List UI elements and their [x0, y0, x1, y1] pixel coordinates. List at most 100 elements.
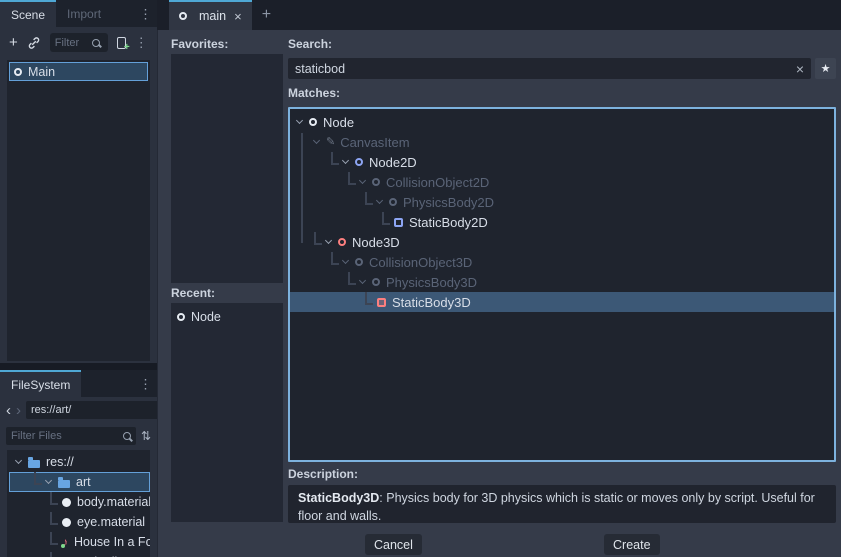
create-node-dialog: Favorites: Recent: Node Search: × ★ Matc…: [157, 30, 841, 557]
tree-item-canvasitem[interactable]: ✎ CanvasItem: [290, 132, 834, 152]
scene-toolbar: + + ⋮: [0, 27, 157, 58]
tree-item-node[interactable]: Node: [290, 112, 834, 132]
physicsbody2d-icon: [389, 198, 397, 206]
node3d-icon: [338, 238, 346, 246]
chevron-down-icon[interactable]: [342, 157, 349, 164]
tree-item-physicsbody3d[interactable]: PhysicsBody3D: [290, 272, 834, 292]
nav-forward-icon[interactable]: ›: [16, 403, 21, 418]
scene-filter-box[interactable]: [50, 33, 108, 52]
tree-item-staticbody3d[interactable]: StaticBody3D: [290, 292, 834, 312]
collisionobject3d-icon: [355, 258, 363, 266]
scene-dock-tabbar: Scene Import ⋮: [0, 0, 157, 27]
scene-tree-item-main[interactable]: Main: [9, 62, 148, 81]
description-label: Description:: [288, 467, 358, 481]
chevron-down-icon[interactable]: [325, 237, 332, 244]
canvasitem-icon: ✎: [326, 137, 335, 148]
tree-connector: [348, 272, 356, 285]
collisionobject2d-icon: [372, 178, 380, 186]
favorites-label: Favorites:: [171, 37, 228, 51]
scene-tab-main[interactable]: main ×: [169, 0, 252, 30]
node-icon: [309, 118, 317, 126]
description-class-name: StaticBody3D: [298, 491, 379, 505]
instance-scene-icon[interactable]: [27, 36, 41, 50]
chevron-down-icon[interactable]: [376, 197, 383, 204]
scene-dock-menu-icon[interactable]: ⋮: [139, 7, 152, 20]
sort-files-icon[interactable]: ⇅: [141, 430, 151, 442]
filter-files-input[interactable]: [11, 430, 123, 442]
cancel-button[interactable]: Cancel: [365, 534, 422, 555]
tab-filesystem[interactable]: FileSystem: [0, 370, 81, 397]
audio-icon: ♪: [62, 536, 68, 548]
tree-connector: [50, 532, 58, 545]
tree-connector: [50, 492, 58, 505]
clear-icon[interactable]: ×: [796, 62, 804, 76]
tree-item-node2d[interactable]: Node2D: [290, 152, 834, 172]
chevron-down-icon[interactable]: [45, 477, 52, 484]
add-node-button[interactable]: +: [9, 35, 18, 50]
create-button[interactable]: Create: [604, 534, 660, 555]
scene-toolbar-menu-icon[interactable]: ⋮: [135, 36, 148, 49]
tree-connector: [382, 212, 390, 225]
search-row: × ★: [288, 58, 836, 79]
fs-item-body-material[interactable]: body.material: [9, 492, 150, 512]
folder-icon: [58, 480, 70, 488]
search-label: Search:: [288, 37, 332, 51]
fs-item-eye-material[interactable]: eye.material: [9, 512, 150, 532]
recent-item-node[interactable]: Node: [177, 307, 283, 327]
fs-item-house-audio[interactable]: ♪ House In a Forest Lo: [9, 532, 150, 552]
chevron-down-icon[interactable]: [359, 277, 366, 284]
scene-tree: Main: [7, 60, 150, 361]
matches-tree: Node ✎ CanvasItem Node2D CollisionObject…: [288, 107, 836, 462]
filesystem-dock: FileSystem ⋮ ‹ › ⇅ res:// art body.mater: [0, 370, 157, 557]
staticbody3d-icon: [377, 298, 386, 307]
recent-label: Recent:: [171, 286, 215, 300]
chevron-down-icon[interactable]: [313, 137, 320, 144]
fs-item-res[interactable]: res://: [9, 452, 150, 472]
node-icon: [177, 313, 185, 321]
tree-item-physicsbody2d[interactable]: PhysicsBody2D: [290, 192, 834, 212]
path-field[interactable]: [26, 401, 178, 419]
search-input[interactable]: [288, 58, 811, 79]
scene-filter-input[interactable]: [55, 37, 89, 49]
filesystem-filter-row: ⇅: [0, 423, 157, 449]
scene-dock: Scene Import ⋮ + + ⋮ Main: [0, 0, 157, 363]
recent-list: Node: [171, 303, 283, 522]
matches-label: Matches:: [288, 86, 340, 100]
node-icon: [14, 68, 22, 76]
material-icon: [62, 518, 71, 527]
attach-script-icon[interactable]: +: [117, 37, 126, 49]
staticbody2d-icon: [394, 218, 403, 227]
chevron-down-icon[interactable]: [342, 257, 349, 264]
fs-item-mob-glb[interactable]: mob.glb: [9, 552, 150, 557]
tree-item-staticbody2d[interactable]: StaticBody2D: [290, 212, 834, 232]
tree-connector: [34, 472, 42, 485]
favorite-toggle-button[interactable]: ★: [815, 58, 836, 79]
chevron-down-icon[interactable]: [296, 117, 303, 124]
filesystem-tabbar: FileSystem ⋮: [0, 370, 157, 397]
close-icon[interactable]: ×: [234, 9, 242, 24]
filesystem-menu-icon[interactable]: ⋮: [139, 377, 152, 390]
nav-back-icon[interactable]: ‹: [6, 403, 11, 418]
tree-connector: [50, 512, 58, 525]
node-icon: [179, 12, 187, 20]
filesystem-tree: res:// art body.material eye.material ♪ …: [7, 450, 150, 557]
search-icon: [92, 39, 100, 47]
favorites-list[interactable]: [171, 54, 283, 283]
add-scene-tab-button[interactable]: +: [252, 0, 281, 30]
tree-item-collisionobject3d[interactable]: CollisionObject3D: [290, 252, 834, 272]
search-field[interactable]: ×: [288, 58, 811, 79]
physicsbody3d-icon: [372, 278, 380, 286]
chevron-down-icon[interactable]: [15, 457, 22, 464]
tree-connector: [365, 192, 373, 205]
tree-connector: [50, 552, 58, 557]
tree-connector: [348, 172, 356, 185]
folder-icon: [28, 460, 40, 468]
tab-import[interactable]: Import: [56, 0, 112, 27]
fs-item-art[interactable]: art: [9, 472, 150, 492]
tree-trunk-line: [301, 133, 303, 243]
chevron-down-icon[interactable]: [359, 177, 366, 184]
filter-files-box[interactable]: [6, 427, 136, 445]
tree-item-node3d[interactable]: Node3D: [290, 232, 834, 252]
tree-item-collisionobject2d[interactable]: CollisionObject2D: [290, 172, 834, 192]
tab-scene[interactable]: Scene: [0, 0, 56, 27]
